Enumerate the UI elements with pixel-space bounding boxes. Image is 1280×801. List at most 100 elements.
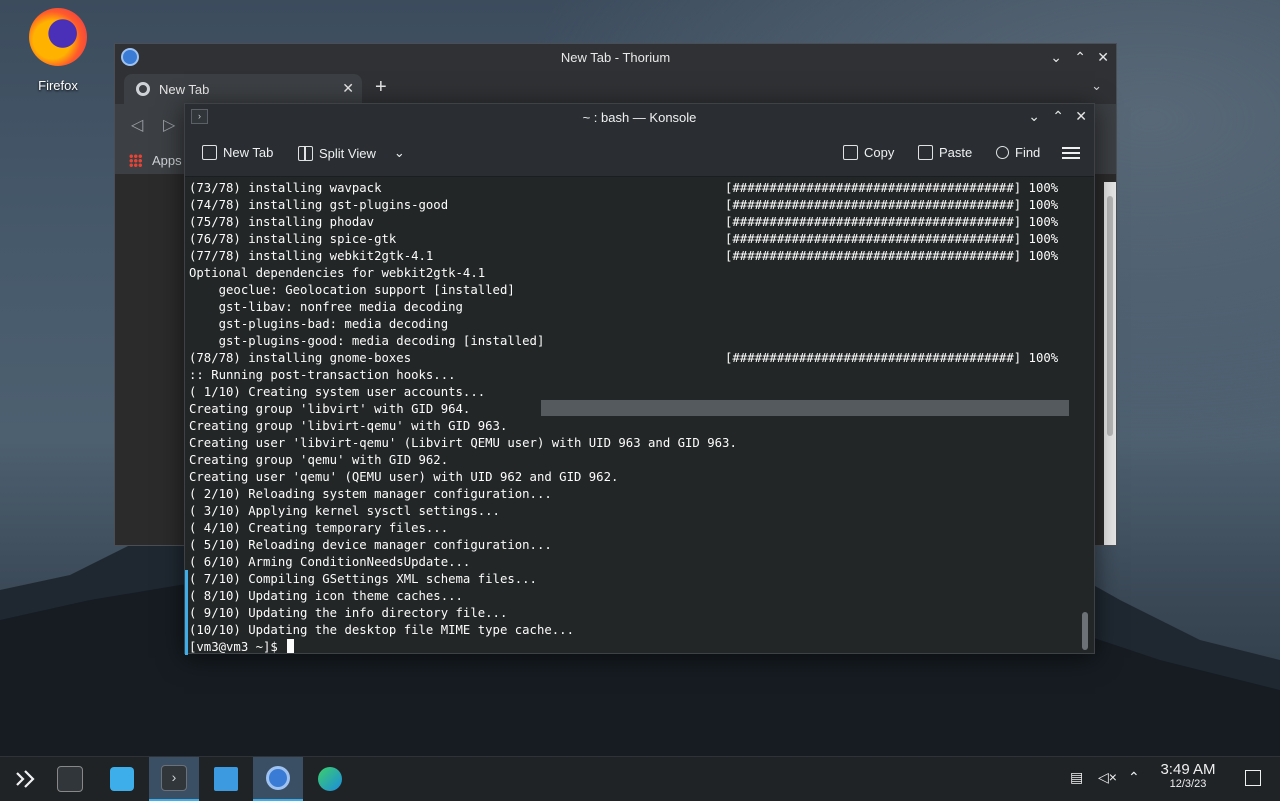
forward-icon[interactable]: ▷ bbox=[163, 115, 175, 135]
show-hidden-tray-icon[interactable]: ⌃ bbox=[1128, 769, 1140, 786]
browser-scrollbar[interactable] bbox=[1104, 182, 1116, 545]
scrollback-marker bbox=[185, 570, 188, 655]
taskbar: › ▤ ◁× ⌃ 3:49 AM 12/3/23 bbox=[0, 756, 1280, 801]
terminal-line-text: ( 5/10) Reloading device manager configu… bbox=[189, 538, 552, 552]
chevron-down-icon[interactable]: ⌄ bbox=[394, 145, 405, 161]
shell-prompt: [vm3@vm3 ~]$ bbox=[189, 640, 286, 654]
terminal-scrollbar[interactable] bbox=[1082, 612, 1088, 650]
taskbar-konsole[interactable]: › bbox=[149, 757, 199, 801]
hamburger-menu-icon[interactable] bbox=[1062, 147, 1080, 159]
terminal-line: ( 7/10) Compiling GSettings XML schema f… bbox=[189, 571, 1090, 588]
close-icon[interactable]: ✕ bbox=[1097, 49, 1109, 66]
scrollbar-thumb[interactable] bbox=[1107, 196, 1113, 436]
terminal-line: ( 8/10) Updating icon theme caches... bbox=[189, 588, 1090, 605]
terminal-line: ( 6/10) Arming ConditionNeedsUpdate... bbox=[189, 554, 1090, 571]
tab-close-icon[interactable]: ✕ bbox=[342, 80, 354, 97]
terminal-line: Optional dependencies for webkit2gtk-4.1 bbox=[189, 265, 1090, 282]
terminal-line-text: ( 6/10) Arming ConditionNeedsUpdate... bbox=[189, 555, 471, 569]
terminal-line-text: Creating group 'libvirt' with GID 964. bbox=[189, 402, 471, 416]
browser-tab-new-tab[interactable]: New Tab ✕ bbox=[124, 74, 362, 104]
clock[interactable]: 3:49 AM 12/3/23 bbox=[1152, 761, 1224, 790]
terminal-line-text: ( 4/10) Creating temporary files... bbox=[189, 521, 449, 535]
application-launcher-button[interactable] bbox=[0, 757, 50, 801]
tab-search-chevron-icon[interactable]: ⌄ bbox=[1091, 78, 1102, 94]
terminal-line-text: gst-plugins-bad: media decoding bbox=[189, 317, 449, 331]
terminal-line: geoclue: Geolocation support [installed] bbox=[189, 282, 1090, 299]
close-icon[interactable]: ✕ bbox=[1075, 108, 1087, 125]
taskbar-edge[interactable] bbox=[305, 757, 355, 801]
terminal-line-text: :: Running post-transaction hooks... bbox=[189, 368, 456, 382]
edge-browser-icon bbox=[318, 767, 342, 791]
copy-icon bbox=[843, 145, 858, 160]
new-tab-button[interactable]: New Tab bbox=[202, 145, 273, 160]
find-label: Find bbox=[1015, 145, 1041, 160]
terminal-line: (74/78) installing gst-plugins-good [####… bbox=[189, 197, 1090, 214]
browser-tab-label: New Tab bbox=[159, 82, 210, 97]
progress-bar-text: [######################################]… bbox=[725, 351, 1059, 365]
terminal-line-text: geoclue: Geolocation support [installed] bbox=[189, 283, 515, 297]
volume-muted-icon[interactable]: ◁× bbox=[1098, 769, 1117, 786]
desktop-icon-firefox[interactable]: Firefox bbox=[22, 8, 94, 93]
taskbar-discover[interactable] bbox=[97, 757, 147, 801]
split-view-button[interactable]: Split View ⌄ bbox=[298, 145, 405, 161]
browser-titlebar[interactable]: New Tab - Thorium ⌄ ⌃ ✕ bbox=[115, 44, 1116, 72]
prompt-line[interactable]: [vm3@vm3 ~]$ bbox=[189, 639, 1090, 656]
minimize-icon[interactable]: ⌄ bbox=[1028, 108, 1040, 125]
terminal-output[interactable]: (73/78) installing wavpack [#############… bbox=[185, 178, 1094, 656]
apps-grid-icon bbox=[129, 154, 142, 167]
new-tab-icon bbox=[202, 145, 217, 160]
clipboard-icon[interactable]: ▤ bbox=[1070, 769, 1083, 786]
terminal-line-text: (77/78) installing webkit2gtk-4.1 bbox=[189, 249, 434, 263]
taskbar-settings[interactable] bbox=[45, 757, 95, 801]
progress-bar-text: [######################################]… bbox=[725, 249, 1059, 263]
show-desktop-icon[interactable] bbox=[1245, 770, 1261, 786]
terminal-line-text: Creating group 'libvirt-qemu' with GID 9… bbox=[189, 419, 508, 433]
terminal-line: (10/10) Updating the desktop file MIME t… bbox=[189, 622, 1090, 639]
desktop-icon-label: Firefox bbox=[38, 78, 78, 93]
maximize-icon[interactable]: ⌃ bbox=[1052, 108, 1064, 125]
konsole-window-title: ~ : bash — Konsole bbox=[582, 110, 697, 125]
terminal-line-text: (73/78) installing wavpack bbox=[189, 181, 382, 195]
system-settings-icon bbox=[57, 766, 83, 792]
terminal-line-text: Optional dependencies for webkit2gtk-4.1 bbox=[189, 266, 486, 280]
firefox-icon bbox=[29, 8, 87, 66]
paste-button[interactable]: Paste bbox=[918, 145, 972, 160]
taskbar-dolphin[interactable] bbox=[201, 757, 251, 801]
paste-label: Paste bbox=[939, 145, 973, 160]
terminal-line-text: ( 1/10) Creating system user accounts... bbox=[189, 385, 486, 399]
terminal-line: (76/78) installing spice-gtk [###########… bbox=[189, 231, 1090, 248]
minimize-icon[interactable]: ⌄ bbox=[1050, 49, 1062, 66]
terminal-line-text: (74/78) installing gst-plugins-good bbox=[189, 198, 449, 212]
konsole-titlebar[interactable]: › ~ : bash — Konsole ⌄ ⌃ ✕ bbox=[185, 104, 1094, 130]
application-launcher-icon bbox=[16, 770, 35, 788]
terminal-line: (77/78) installing webkit2gtk-4.1 [######… bbox=[189, 248, 1090, 265]
terminal-line-text: gst-libav: nonfree media decoding bbox=[189, 300, 463, 314]
progress-bar-text: [######################################]… bbox=[725, 198, 1059, 212]
thorium-browser-icon bbox=[266, 766, 290, 790]
split-view-icon bbox=[298, 145, 313, 161]
terminal-line-text: Creating user 'libvirt-qemu' (Libvirt QE… bbox=[189, 436, 737, 450]
terminal-line: :: Running post-transaction hooks... bbox=[189, 367, 1090, 384]
terminal-line: (78/78) installing gnome-boxes [#########… bbox=[189, 350, 1090, 367]
maximize-icon[interactable]: ⌃ bbox=[1074, 49, 1086, 66]
split-view-label: Split View bbox=[319, 145, 376, 161]
terminal-line: ( 1/10) Creating system user accounts... bbox=[189, 384, 1090, 401]
terminal-line-text: ( 7/10) Compiling GSettings XML schema f… bbox=[189, 572, 537, 586]
back-icon[interactable]: ◁ bbox=[131, 115, 143, 135]
clock-date: 12/3/23 bbox=[1169, 778, 1207, 790]
taskbar-thorium[interactable] bbox=[253, 757, 303, 801]
new-tab-plus-icon[interactable]: + bbox=[375, 76, 387, 99]
terminal-line-text: ( 8/10) Updating icon theme caches... bbox=[189, 589, 463, 603]
discover-store-icon bbox=[110, 767, 134, 791]
terminal-line: Creating user 'libvirt-qemu' (Libvirt QE… bbox=[189, 435, 1090, 452]
chrome-newtab-icon bbox=[136, 82, 150, 96]
terminal-line-text: Creating user 'qemu' (QEMU user) with UI… bbox=[189, 470, 619, 484]
copy-button[interactable]: Copy bbox=[843, 145, 894, 160]
dolphin-files-icon bbox=[214, 767, 238, 791]
clock-time: 3:49 AM bbox=[1160, 761, 1216, 778]
copy-label: Copy bbox=[864, 145, 895, 160]
terminal-line: gst-plugins-bad: media decoding bbox=[189, 316, 1090, 333]
find-button[interactable]: Find bbox=[996, 145, 1040, 160]
terminal-line: gst-plugins-good: media decoding [instal… bbox=[189, 333, 1090, 350]
bookmark-apps[interactable]: Apps bbox=[152, 153, 182, 168]
